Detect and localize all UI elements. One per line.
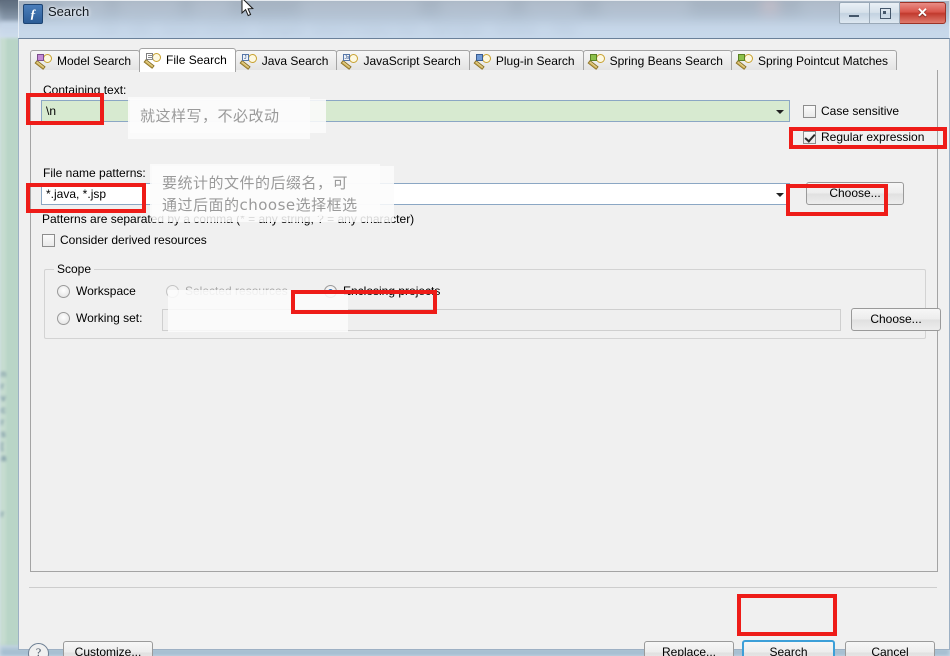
spring-pointcut-search-icon bbox=[735, 53, 754, 70]
customize-button[interactable]: Customize... bbox=[63, 641, 153, 656]
replace-button[interactable]: Replace... bbox=[644, 641, 734, 656]
cancel-button[interactable]: Cancel bbox=[845, 641, 935, 656]
annotation-note-containing-text: 就这样写，不必改动 bbox=[130, 99, 326, 133]
workspace-radio-dot bbox=[57, 284, 70, 298]
scope-option-label: Workspace bbox=[76, 284, 136, 298]
scope-option-label: Working set: bbox=[76, 311, 143, 325]
search-button[interactable]: Search bbox=[742, 640, 835, 656]
tab-label: Spring Pointcut Matches bbox=[757, 54, 889, 68]
tab-label: Spring Beans Search bbox=[609, 54, 723, 68]
minimize-button[interactable] bbox=[839, 2, 870, 24]
tab-java-search[interactable]: J Java Search bbox=[234, 50, 338, 71]
file-name-patterns-label: File name patterns: bbox=[43, 166, 146, 180]
tab-spring-beans-search[interactable]: Spring Beans Search bbox=[582, 50, 732, 71]
regular-expression-box bbox=[803, 130, 816, 144]
maximize-icon bbox=[880, 8, 891, 19]
scope-option-label: Enclosing projects bbox=[343, 284, 441, 298]
help-button[interactable]: ? bbox=[28, 643, 49, 656]
file-search-icon bbox=[143, 52, 162, 69]
tab-spring-pointcut-matches[interactable]: Spring Pointcut Matches bbox=[730, 50, 898, 71]
close-button[interactable]: ✕ bbox=[900, 2, 946, 24]
containing-text-label: Containing text: bbox=[43, 83, 127, 97]
model-search-icon bbox=[34, 53, 53, 70]
tab-file-search[interactable]: File Search bbox=[139, 48, 236, 72]
minimize-icon bbox=[849, 15, 859, 17]
maximize-button[interactable] bbox=[870, 2, 900, 24]
window-title: Search bbox=[48, 4, 90, 19]
search-tabs: Model Search File Search J Java Search J… bbox=[30, 47, 938, 72]
scope-group-title: Scope bbox=[54, 262, 95, 276]
tab-label: Plug-in Search bbox=[495, 54, 575, 68]
consider-derived-box bbox=[42, 233, 55, 247]
file-search-panel: Containing text: Case sensitive Regular … bbox=[30, 70, 941, 572]
case-sensitive-label: Case sensitive bbox=[821, 104, 900, 118]
screenshot-root: File Edit Source Refactor Navigate Searc… bbox=[0, 0, 950, 656]
tab-label: Java Search bbox=[261, 54, 329, 68]
tab-model-search[interactable]: Model Search bbox=[30, 50, 141, 71]
window-controls: ✕ bbox=[839, 2, 946, 24]
spring-beans-search-icon bbox=[587, 53, 606, 70]
case-sensitive-checkbox[interactable]: Case sensitive bbox=[803, 104, 899, 118]
annotation-note-file-patterns: 要统计的文件的后缀名，可 通过后面的choose选择框选 bbox=[152, 166, 394, 222]
choose-patterns-button[interactable]: Choose... bbox=[806, 182, 904, 205]
tab-label: JavaScript Search bbox=[363, 54, 461, 68]
choose-working-set-button[interactable]: Choose... bbox=[851, 308, 941, 331]
consider-derived-label: Consider derived resources bbox=[60, 233, 207, 247]
footer-separator bbox=[29, 587, 937, 588]
tab-label: Model Search bbox=[57, 54, 132, 68]
tab-plugin-search[interactable]: Plug-in Search bbox=[468, 50, 584, 71]
close-icon: ✕ bbox=[917, 5, 928, 20]
plugin-search-icon bbox=[473, 53, 492, 70]
tab-label: File Search bbox=[166, 53, 227, 67]
scope-radio-working-set[interactable]: Working set: bbox=[57, 311, 142, 325]
case-sensitive-box bbox=[803, 104, 816, 118]
annotation-veil-3 bbox=[168, 290, 348, 332]
working-set-radio-dot bbox=[57, 311, 70, 325]
scope-radio-workspace[interactable]: Workspace bbox=[57, 284, 136, 298]
file-name-patterns-dropdown-arrow[interactable] bbox=[772, 184, 789, 204]
window-titlebar[interactable]: ƒ Search ✕ bbox=[18, 0, 950, 38]
regular-expression-label: Regular expression bbox=[821, 130, 925, 144]
tab-javascript-search[interactable]: Js JavaScript Search bbox=[336, 50, 470, 71]
javascript-search-icon: Js bbox=[340, 53, 359, 70]
consider-derived-resources-checkbox[interactable]: Consider derived resources bbox=[42, 233, 207, 247]
containing-text-dropdown-arrow[interactable] bbox=[772, 101, 789, 121]
java-search-icon: J bbox=[239, 53, 258, 70]
regular-expression-checkbox[interactable]: Regular expression bbox=[803, 130, 924, 144]
search-window-icon: ƒ bbox=[23, 4, 43, 24]
